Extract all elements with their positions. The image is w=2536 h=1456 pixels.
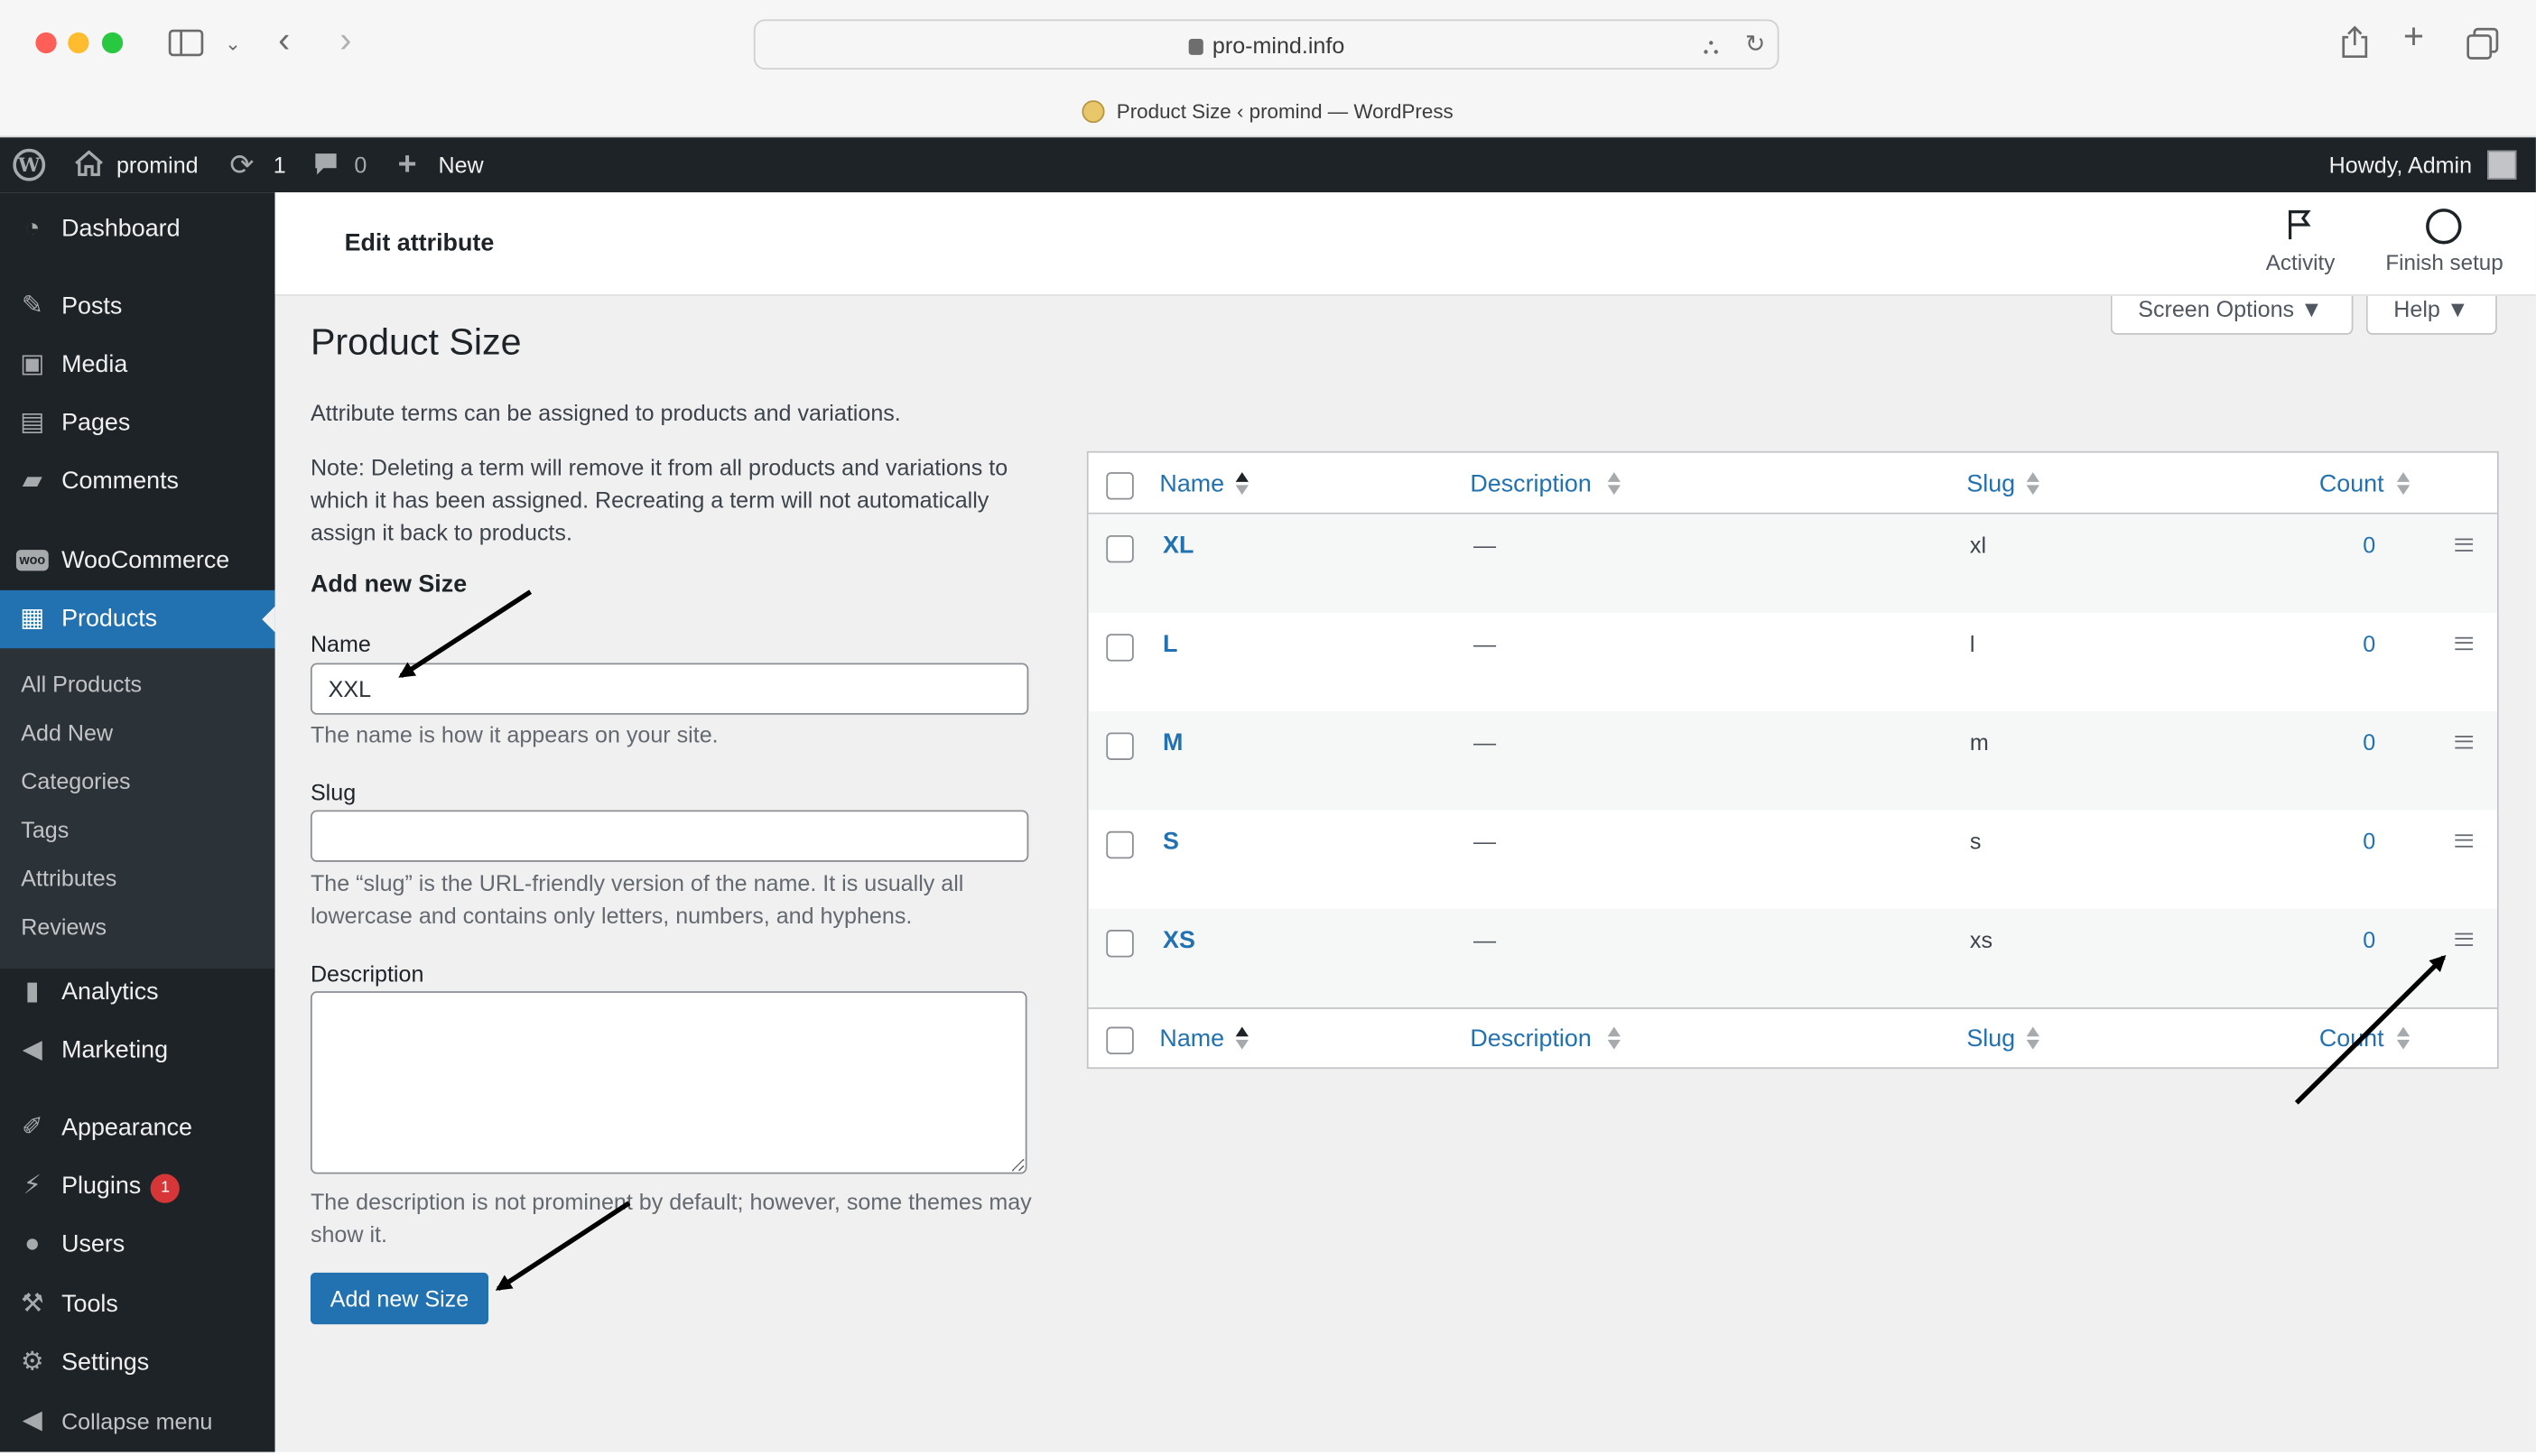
screen: ⌄ ‹ › pro-mind.info ⛬ ↻ + Product Size ‹… <box>0 0 2536 1452</box>
arrow-to-name-input <box>398 589 533 679</box>
arrow-to-add-button <box>495 1201 631 1291</box>
arrow-to-drag-handle <box>2294 954 2447 1105</box>
annotation-arrows <box>398 589 2447 1291</box>
